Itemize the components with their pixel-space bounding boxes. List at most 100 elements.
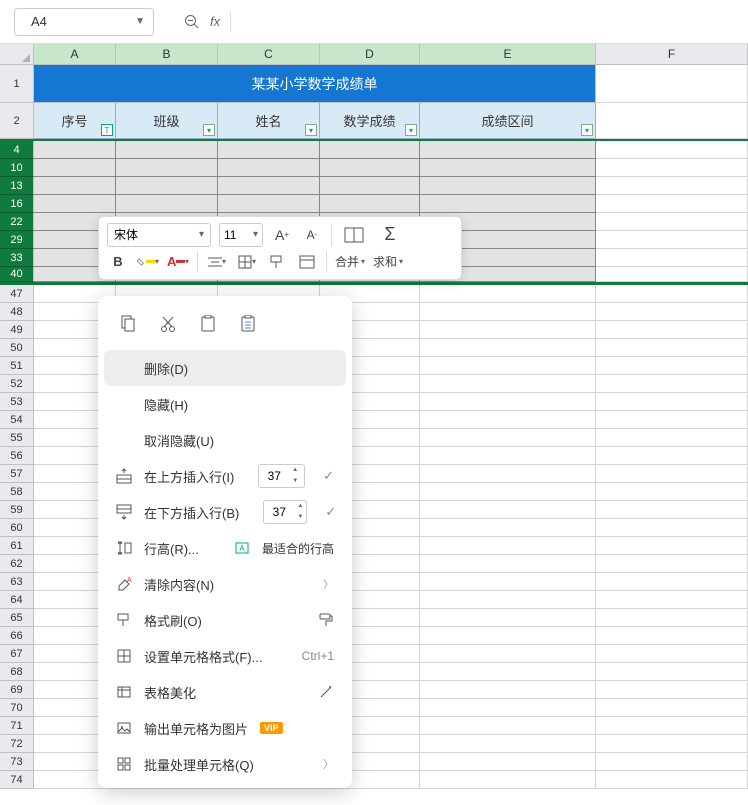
cell[interactable]	[420, 573, 596, 591]
ctx-unhide[interactable]: 取消隐藏(U)	[98, 422, 352, 458]
cell[interactable]	[320, 177, 420, 195]
cell[interactable]	[420, 393, 596, 411]
stepper-down-icon[interactable]: ▼	[289, 476, 301, 487]
cell[interactable]	[420, 285, 596, 303]
cell[interactable]	[596, 411, 748, 429]
row-header-1[interactable]: 1	[0, 65, 34, 103]
font-color-button[interactable]: A▾	[167, 251, 189, 273]
cell[interactable]	[420, 771, 596, 789]
row-header-56[interactable]: 56	[0, 447, 34, 465]
ctx-cell-format[interactable]: 设置单元格格式(F)... Ctrl+1	[98, 638, 352, 674]
cell[interactable]	[420, 159, 596, 177]
row-header-67[interactable]: 67	[0, 645, 34, 663]
fx-label[interactable]: fx	[210, 14, 220, 29]
row-header-2[interactable]: 2	[0, 103, 34, 139]
header-cell-class[interactable]: 班级▾	[116, 103, 218, 139]
name-box[interactable]: A4 ▼	[14, 8, 154, 36]
cell[interactable]	[420, 753, 596, 771]
cell[interactable]	[420, 339, 596, 357]
cell[interactable]	[596, 663, 748, 681]
row-header-63[interactable]: 63	[0, 573, 34, 591]
ctx-batch-process[interactable]: 批量处理单元格(Q) 〉	[98, 746, 352, 782]
stepper-up-icon[interactable]: ▲	[289, 465, 301, 476]
cell[interactable]	[596, 519, 748, 537]
increase-font-button[interactable]: A+	[271, 224, 293, 246]
cell[interactable]	[320, 195, 420, 213]
cell[interactable]	[420, 303, 596, 321]
row-header-10[interactable]: 10	[0, 159, 34, 177]
cell[interactable]	[420, 663, 596, 681]
cell[interactable]	[420, 609, 596, 627]
row-header-49[interactable]: 49	[0, 321, 34, 339]
col-header-b[interactable]: B	[116, 44, 218, 64]
row-header-61[interactable]: 61	[0, 537, 34, 555]
cell[interactable]	[596, 555, 748, 573]
cut-icon[interactable]	[156, 312, 180, 336]
cell[interactable]	[596, 213, 748, 231]
cell[interactable]	[596, 429, 748, 447]
cell[interactable]	[596, 195, 748, 213]
cell[interactable]	[596, 285, 748, 303]
cell[interactable]	[596, 537, 748, 555]
cell[interactable]	[420, 429, 596, 447]
row-header-57[interactable]: 57	[0, 465, 34, 483]
cell[interactable]	[596, 357, 748, 375]
row-header-33[interactable]: 33	[0, 249, 34, 267]
ctx-beautify[interactable]: 表格美化	[98, 674, 352, 710]
cell[interactable]	[596, 141, 748, 159]
row-header-66[interactable]: 66	[0, 627, 34, 645]
cell[interactable]	[420, 717, 596, 735]
cell[interactable]	[420, 519, 596, 537]
row-header-54[interactable]: 54	[0, 411, 34, 429]
cell[interactable]	[596, 681, 748, 699]
row-header-62[interactable]: 62	[0, 555, 34, 573]
cell[interactable]	[320, 141, 420, 159]
row-header-4[interactable]: 4	[0, 141, 34, 159]
filter-icon[interactable]: ▾	[203, 124, 215, 136]
col-header-e[interactable]: E	[420, 44, 596, 64]
cell[interactable]	[596, 159, 748, 177]
row-header-40[interactable]: 40	[0, 267, 34, 282]
cell[interactable]	[420, 627, 596, 645]
header-cell-range[interactable]: 成绩区间▾	[420, 103, 596, 139]
fill-color-button[interactable]: ▾	[137, 251, 159, 273]
header-cell-name[interactable]: 姓名▾	[218, 103, 320, 139]
insert-below-count[interactable]: ▲▼	[263, 500, 307, 524]
col-header-c[interactable]: C	[218, 44, 320, 64]
ctx-export-image[interactable]: 输出单元格为图片 VIP	[98, 710, 352, 746]
font-size-select[interactable]: 11▾	[219, 223, 263, 247]
cell[interactable]	[596, 483, 748, 501]
cell[interactable]	[596, 591, 748, 609]
cell[interactable]	[34, 141, 116, 159]
cell[interactable]	[420, 555, 596, 573]
filter-icon[interactable]: ▾	[405, 124, 417, 136]
row-header-69[interactable]: 69	[0, 681, 34, 699]
cell[interactable]	[596, 573, 748, 591]
cell[interactable]	[596, 627, 748, 645]
row-header-68[interactable]: 68	[0, 663, 34, 681]
cell[interactable]	[596, 65, 748, 103]
cell[interactable]	[34, 159, 116, 177]
cell[interactable]	[420, 375, 596, 393]
cell[interactable]	[596, 321, 748, 339]
format-painter-icon[interactable]	[266, 251, 288, 273]
cell[interactable]	[596, 393, 748, 411]
cell[interactable]	[420, 357, 596, 375]
ctx-format-painter[interactable]: 格式刷(O)	[98, 602, 352, 638]
cell[interactable]	[596, 645, 748, 663]
col-header-f[interactable]: F	[596, 44, 748, 64]
merge-button[interactable]: 合并▾	[335, 253, 365, 270]
cell[interactable]	[420, 177, 596, 195]
ctx-clear-content[interactable]: A 清除内容(N) 〉	[98, 566, 352, 602]
cell[interactable]	[596, 249, 748, 267]
row-header-58[interactable]: 58	[0, 483, 34, 501]
align-button[interactable]: ▾	[206, 251, 228, 273]
select-all-corner[interactable]	[0, 44, 34, 64]
row-header-72[interactable]: 72	[0, 735, 34, 753]
font-family-select[interactable]: 宋体▾	[107, 223, 211, 247]
cell[interactable]	[116, 195, 218, 213]
cell[interactable]	[596, 303, 748, 321]
cell[interactable]	[596, 103, 748, 139]
filter-icon[interactable]: ▾	[305, 124, 317, 136]
cell[interactable]	[596, 609, 748, 627]
